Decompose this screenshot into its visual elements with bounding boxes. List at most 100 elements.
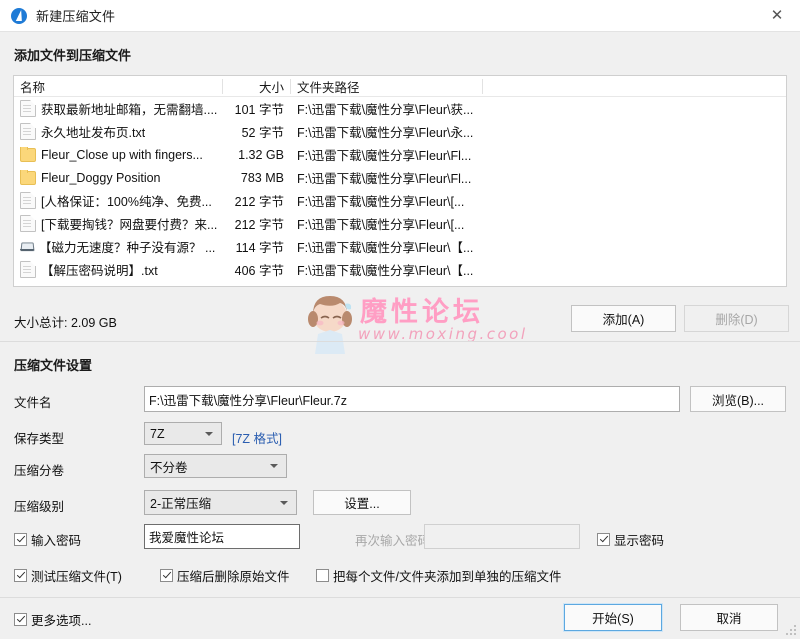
delete-after-checkbox[interactable]: 压缩后删除原始文件	[160, 566, 290, 585]
cell-size: 406 字节	[234, 264, 284, 278]
size-total-label: 大小总计: 2.09 GB	[14, 316, 117, 330]
close-icon[interactable]: ✕	[754, 0, 800, 31]
column-divider[interactable]	[290, 79, 291, 94]
volume-dropdown[interactable]: 不分卷	[144, 454, 287, 478]
separate-archives-checkbox[interactable]: 把每个文件/文件夹添加到单独的压缩文件	[316, 566, 561, 585]
add-button[interactable]: 添加(A)	[571, 305, 676, 332]
checkbox-box	[597, 533, 610, 546]
test-archive-label: 测试压缩文件(T)	[31, 570, 122, 584]
chevron-down-icon	[280, 500, 288, 505]
cancel-button[interactable]: 取消	[680, 604, 778, 631]
file-list-header: 名称 大小 文件夹路径	[14, 76, 786, 97]
column-divider[interactable]	[222, 79, 223, 94]
table-row[interactable]: 【磁力无速度？种子没有源？ ... 114 字节 F:\迅雷下载\魔性分享\Fleu…	[14, 235, 786, 258]
separate-archives-label: 把每个文件/文件夹添加到单独的压缩文件	[333, 570, 562, 584]
compression-level-dropdown[interactable]: 2-正常压缩	[144, 490, 297, 515]
cell-name: [人格保证：100%纯净、免费...	[14, 191, 222, 210]
cell-size: 212 字节	[234, 195, 284, 209]
column-header-path[interactable]: 文件夹路径	[290, 77, 480, 96]
settings-button[interactable]: 设置...	[313, 490, 411, 515]
cell-name: Fleur_Close up with fingers...	[14, 147, 222, 162]
cell-name: 永久地址发布页.txt	[14, 122, 222, 141]
delete-after-label: 压缩后删除原始文件	[177, 570, 290, 584]
settings-section-title: 压缩文件设置	[14, 358, 93, 373]
file-name-label: Fleur_Close up with fingers...	[41, 147, 203, 162]
cell-name: 【磁力无速度？种子没有源？ ...	[14, 237, 222, 256]
cell-name: [下载要掏钱？网盘要付费？来...	[14, 214, 222, 233]
cell-path: F:\迅雷下载\魔性分享\Fleur\永...	[297, 126, 474, 140]
file-name-label: [下载要掏钱？网盘要付费？来...	[41, 218, 218, 232]
more-options-checkbox[interactable]: 更多选项...	[14, 610, 91, 629]
file-icon	[20, 192, 36, 209]
file-name-label: 【磁力无速度？种子没有源？ ...	[39, 241, 216, 255]
browse-button[interactable]: 浏览(B)...	[690, 386, 786, 412]
chevron-down-icon	[205, 431, 213, 436]
table-row[interactable]: [人格保证：100%纯净、免费... 212 字节 F:\迅雷下载\魔性分享\Fle…	[14, 189, 786, 212]
checkbox-box	[14, 569, 27, 582]
file-name-label: 【解压密码说明】.txt	[41, 264, 158, 278]
folder-icon	[20, 147, 36, 162]
cell-size: 783 MB	[240, 170, 284, 185]
cell-size: 114 字节	[235, 241, 284, 255]
bandizip-bolt-icon	[11, 7, 27, 24]
mascot-girl-icon	[308, 296, 352, 354]
column-header-name[interactable]: 名称	[14, 77, 222, 96]
cell-name: 获取最新地址邮箱，无需翻墙....	[14, 99, 222, 118]
section-divider-top	[0, 341, 800, 342]
filename-label: 文件名	[14, 396, 52, 410]
cell-size: 101 字节	[234, 103, 284, 117]
file-icon	[20, 100, 36, 117]
show-password-label: 显示密码	[614, 534, 665, 548]
checkbox-box	[160, 569, 173, 582]
title-bar: 新建压缩文件 ✕	[0, 0, 800, 32]
volume-value: 不分卷	[150, 460, 188, 475]
cell-path: F:\迅雷下载\魔性分享\Fleur\Fl...	[297, 172, 472, 186]
cell-path: F:\迅雷下载\魔性分享\Fleur\【...	[297, 264, 474, 278]
table-row[interactable]: Fleur_Doggy Position 783 MB F:\迅雷下载\魔性分享\F…	[14, 166, 786, 189]
show-password-checkbox[interactable]: 显示密码	[597, 530, 664, 549]
table-row[interactable]: 获取最新地址邮箱，无需翻墙.... 101 字节 F:\迅雷下载\魔性分享\Fleu…	[14, 97, 786, 120]
column-header-size[interactable]: 大小	[222, 77, 290, 96]
volume-label: 压缩分卷	[14, 464, 65, 478]
password-input[interactable]: 我爱魔性论坛	[144, 524, 300, 549]
test-archive-checkbox[interactable]: 测试压缩文件(T)	[14, 566, 122, 585]
filename-input[interactable]: F:\迅雷下载\魔性分享\Fleur\Fleur.7z	[144, 386, 680, 412]
level-label: 压缩级别	[14, 500, 65, 514]
shortcut-icon	[20, 239, 34, 254]
cell-size: 1.32 GB	[238, 147, 284, 162]
forum-watermark: 魔性论坛 www.moxing.cool	[300, 292, 540, 354]
format-link[interactable]: [7Z 格式]	[232, 428, 282, 447]
savetype-label: 保存类型	[14, 432, 65, 446]
cell-size: 212 字节	[234, 218, 284, 232]
table-row[interactable]: [下载要掏钱？网盘要付费？来... 212 字节 F:\迅雷下载\魔性分享\Fleu…	[14, 212, 786, 235]
table-row[interactable]: 永久地址发布页.txt 52 字节 F:\迅雷下载\魔性分享\Fleur\永...	[14, 120, 786, 143]
file-name-label: [人格保证：100%纯净、免费...	[41, 195, 212, 209]
file-icon	[20, 123, 36, 140]
cell-path: F:\迅雷下载\魔性分享\Fleur\[...	[297, 195, 465, 209]
section-divider-bottom	[0, 597, 800, 598]
watermark-text: 魔性论坛	[360, 297, 484, 328]
folder-icon	[20, 170, 36, 185]
file-list[interactable]: 名称 大小 文件夹路径 获取最新地址邮箱，无需翻墙.... 101 字节 F:\迅雷…	[13, 75, 787, 287]
savetype-value: 7Z	[150, 426, 165, 441]
chevron-down-icon	[270, 464, 278, 468]
checkbox-box	[14, 533, 27, 546]
file-icon	[20, 215, 36, 232]
column-divider[interactable]	[482, 79, 483, 94]
file-name-label: Fleur_Doggy Position	[41, 170, 161, 185]
table-row[interactable]: 【解压密码说明】.txt 406 字节 F:\迅雷下载\魔性分享\Fleur\【..…	[14, 258, 786, 281]
level-value: 2-正常压缩	[150, 497, 212, 511]
password-confirm-label: 再次输入密码	[355, 534, 431, 548]
table-row[interactable]: Fleur_Close up with fingers... 1.32 GB F:\…	[14, 143, 786, 166]
cell-size: 52 字节	[241, 126, 284, 140]
password-checkbox[interactable]: 输入密码	[14, 530, 81, 549]
window-title: 新建压缩文件	[36, 9, 116, 24]
cell-name: Fleur_Doggy Position	[14, 170, 222, 185]
cell-path: F:\迅雷下载\魔性分享\Fleur\[...	[297, 218, 465, 232]
savetype-dropdown[interactable]: 7Z	[144, 422, 222, 445]
checkbox-box	[316, 569, 329, 582]
file-name-label: 永久地址发布页.txt	[41, 126, 146, 140]
cell-path: F:\迅雷下载\魔性分享\Fleur\获...	[297, 103, 474, 117]
resize-grip[interactable]	[786, 625, 798, 637]
start-button[interactable]: 开始(S)	[563, 603, 663, 632]
